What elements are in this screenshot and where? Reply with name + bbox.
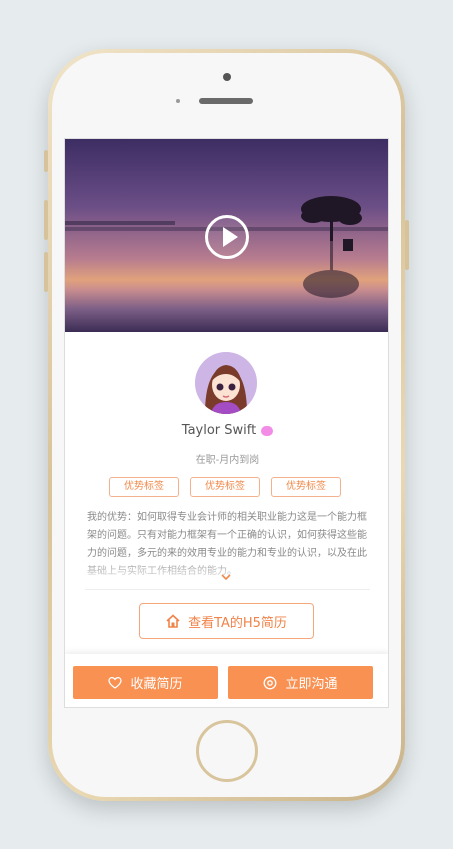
volume-down-button [44,252,48,292]
earpiece-speaker [199,98,253,104]
view-h5-resume-label: 查看TA的H5简历 [188,615,287,631]
app-screen: Taylor Swift 在职-月内到岗 优势标签 优势标签 优势标签 我的优势… [64,138,389,708]
home-button[interactable] [196,720,258,782]
gender-badge-icon [261,425,274,436]
name-text: Taylor Swift [181,423,257,438]
advantage-tags: 优势标签 优势标签 优势标签 [109,477,341,497]
tag: 优势标签 [271,477,341,497]
divider [85,589,370,590]
chevron-down-icon[interactable] [220,571,232,583]
play-icon[interactable] [205,215,249,259]
power-button [405,220,409,270]
heart-icon [108,676,123,690]
contact-now-label: 立即沟通 [285,677,338,692]
view-h5-resume-button[interactable]: 查看TA的H5简历 [139,603,314,639]
contact-now-button[interactable]: 立即沟通 [228,666,373,699]
tag: 优势标签 [190,477,260,497]
favorite-resume-button[interactable]: 收藏简历 [73,666,218,699]
favorite-resume-label: 收藏简历 [130,677,183,692]
proximity-sensor [176,99,180,103]
tag: 优势标签 [109,477,179,497]
chat-icon [263,676,277,690]
avatar [195,352,257,414]
bottom-action-bar: 收藏简历 立即沟通 [65,654,388,707]
home-icon [166,614,180,628]
candidate-name: Taylor Swift [65,423,388,438]
mute-switch [44,150,48,172]
intro-video[interactable] [65,139,388,332]
front-camera [223,73,231,81]
volume-up-button [44,200,48,240]
job-status: 在职-月内到岗 [195,455,260,466]
